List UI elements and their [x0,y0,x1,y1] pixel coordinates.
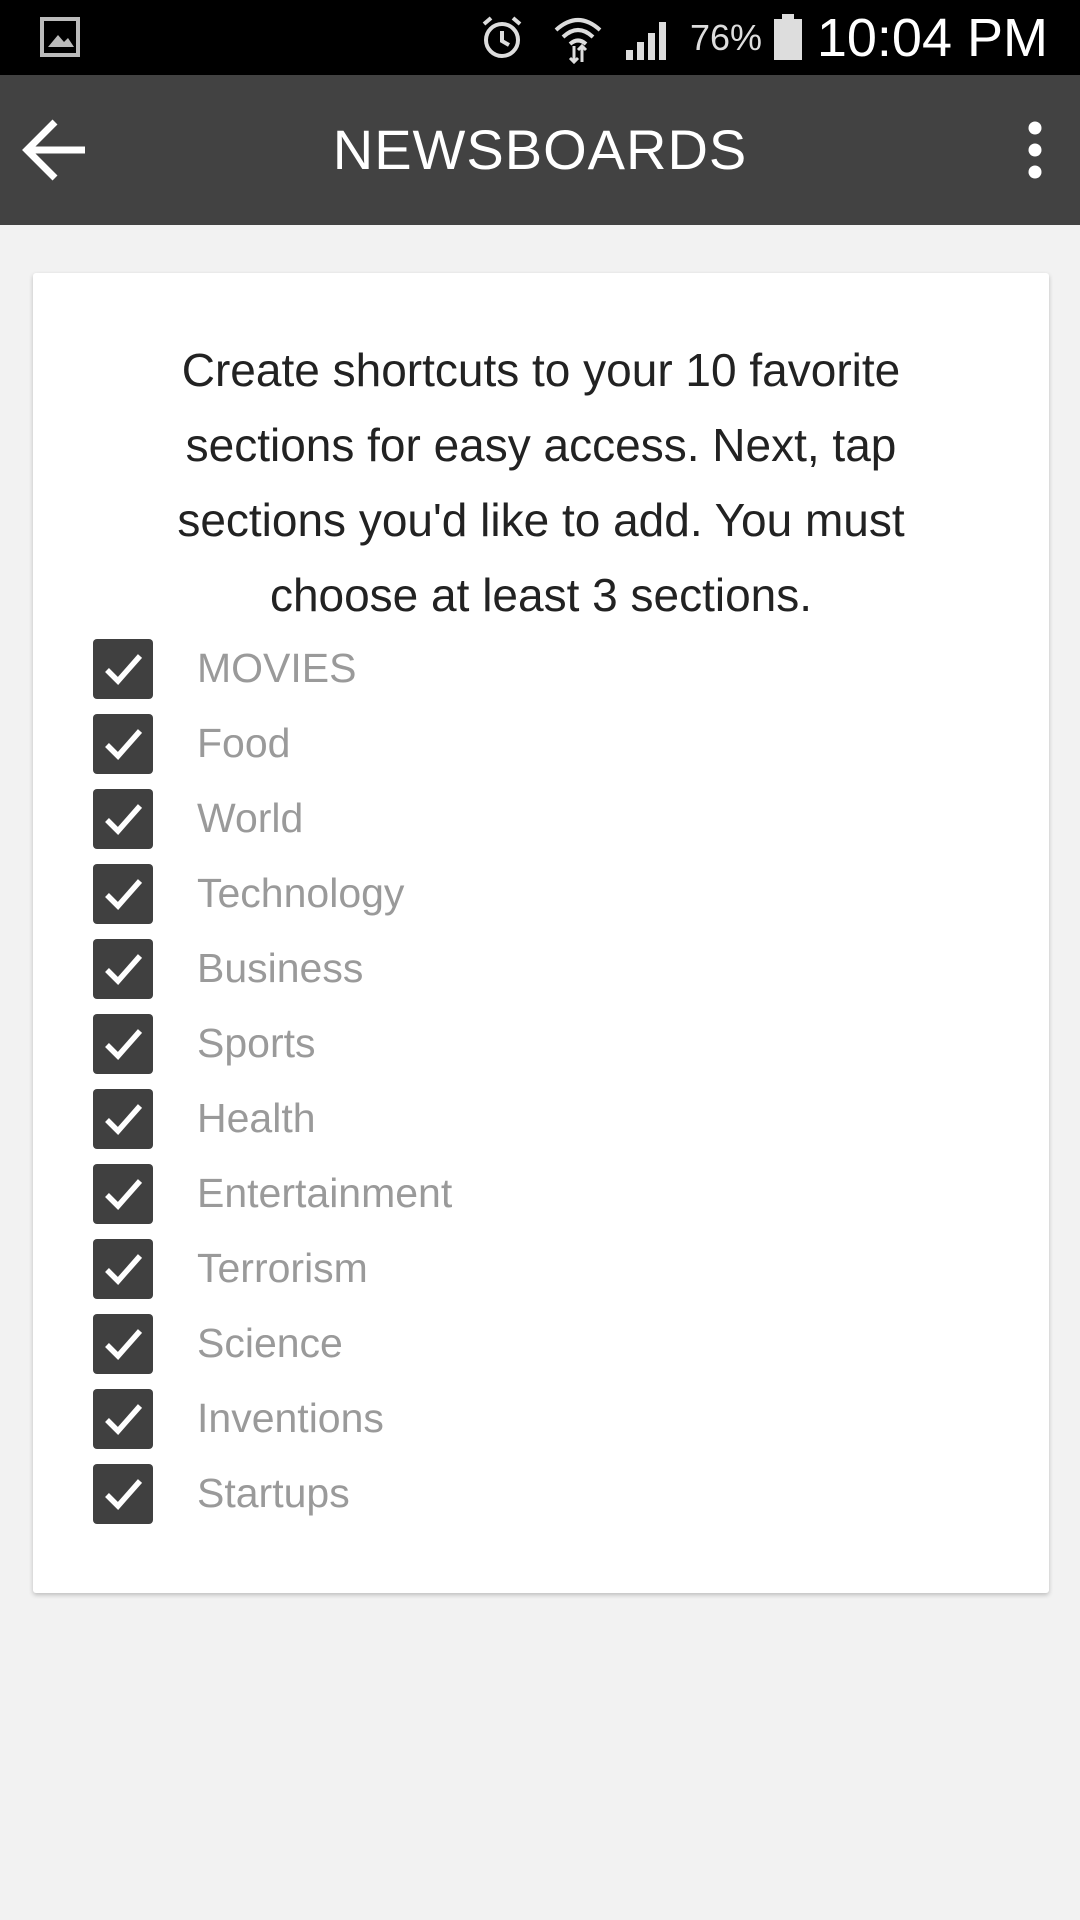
section-item[interactable]: Technology [93,856,793,931]
sections-card: Create shortcuts to your 10 favorite sec… [33,273,1049,1593]
section-item[interactable]: Food [93,706,793,781]
checkbox[interactable] [93,1013,153,1074]
section-item[interactable]: Sports [93,1006,793,1081]
checkbox[interactable] [93,788,153,849]
clock: 10:04 PM [816,8,1048,68]
app-bar: NEWSBOARDS [0,75,1080,225]
checkbox[interactable] [93,938,153,999]
checkmark-icon [105,1103,143,1135]
section-label: Sports [197,1020,316,1066]
checkmark-icon [105,803,143,835]
checkmark-icon [105,728,143,760]
section-label: Startups [197,1470,350,1516]
checkmark-icon [105,1328,143,1360]
intro-text: Create shortcuts to your 10 favorite sec… [177,344,905,621]
gallery-icon [40,17,80,57]
checkbox[interactable] [93,713,153,774]
overflow-menu-button[interactable] [1000,110,1070,190]
section-item[interactable]: World [93,781,793,856]
section-label: World [197,795,304,841]
checkmark-icon [105,1253,143,1285]
battery-percent: 76% [690,17,763,58]
signal-icon [626,22,666,60]
checkbox[interactable] [93,1313,153,1374]
checkmark-icon [105,1403,143,1435]
page-title: NEWSBOARDS [332,118,748,181]
battery-icon [774,14,802,60]
section-item[interactable]: Health [93,1081,793,1156]
checkmark-icon [105,1178,143,1210]
status-bar: 76% 10:04 PM [0,0,1080,75]
checkmark-icon [105,1028,143,1060]
section-label: Entertainment [197,1170,453,1216]
section-list: MOVIES Food World Technology Business Sp… [93,631,793,1531]
section-item[interactable]: MOVIES [93,631,793,706]
section-item[interactable]: Science [93,1306,793,1381]
section-label: MOVIES [197,645,357,691]
checkmark-icon [105,1478,143,1510]
section-label: Business [197,945,364,991]
section-label: Food [197,720,291,766]
wifi-icon [554,18,602,64]
section-item[interactable]: Inventions [93,1381,793,1456]
section-label: Science [197,1320,343,1366]
section-label: Technology [197,870,405,916]
section-item[interactable]: Entertainment [93,1156,793,1231]
section-item[interactable]: Business [93,931,793,1006]
checkbox[interactable] [93,1088,153,1149]
checkbox[interactable] [93,1388,153,1449]
section-label: Health [197,1095,316,1141]
alarm-icon [482,16,522,58]
checkmark-icon [105,953,143,985]
section-label: Terrorism [197,1245,368,1291]
checkbox[interactable] [93,1163,153,1224]
checkbox[interactable] [93,1463,153,1524]
checkmark-icon [105,878,143,910]
section-item[interactable]: Terrorism [93,1231,793,1306]
checkmark-icon [105,653,143,685]
checkbox[interactable] [93,1238,153,1299]
checkbox[interactable] [93,638,153,699]
section-item[interactable]: Startups [93,1456,793,1531]
checkbox[interactable] [93,863,153,924]
section-label: Inventions [197,1395,384,1441]
more-vertical-icon [1028,121,1042,179]
